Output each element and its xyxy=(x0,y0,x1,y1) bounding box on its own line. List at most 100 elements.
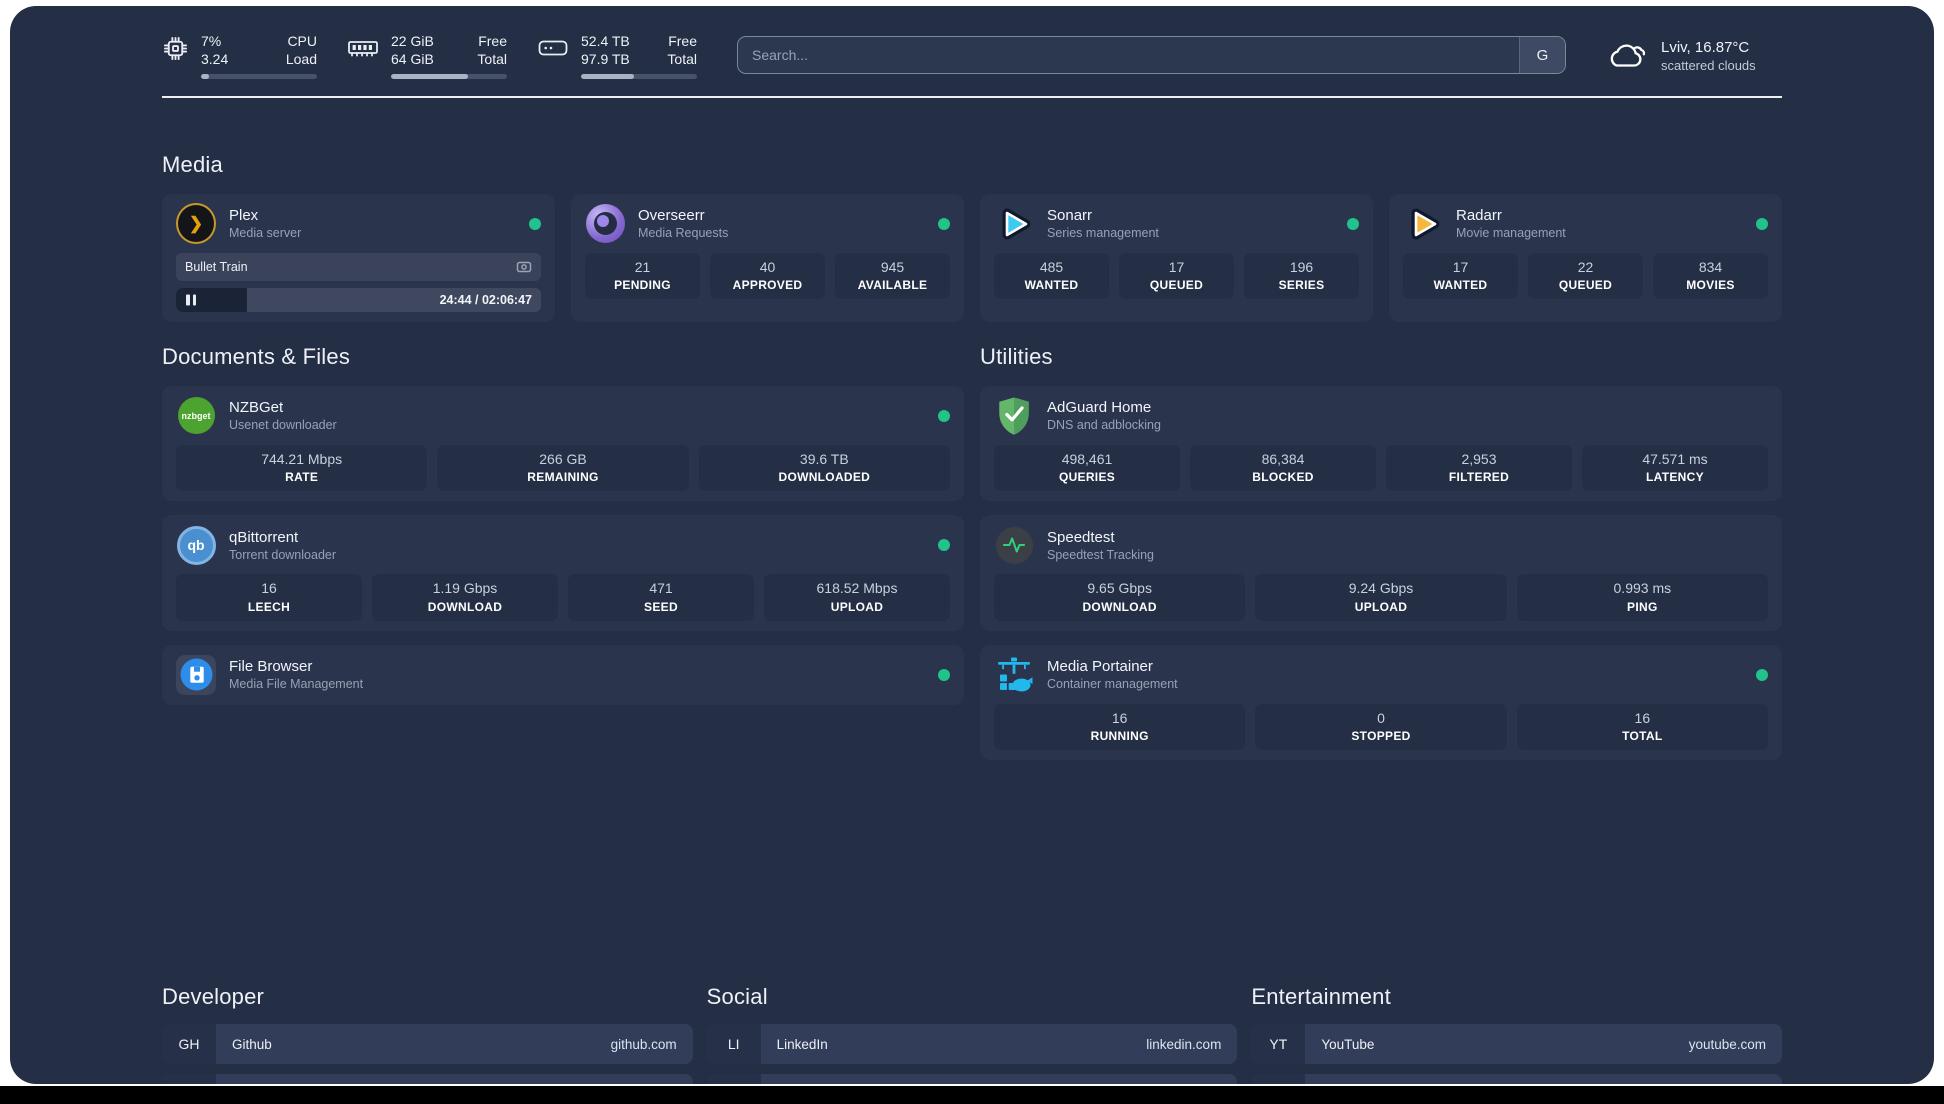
card-speedtest[interactable]: Speedtest Speedtest Tracking 9.65 Gbps D… xyxy=(980,515,1782,631)
bottom-band xyxy=(0,1086,1944,1104)
link-github[interactable]: GH Github github.com xyxy=(162,1024,693,1065)
filebrowser-icon xyxy=(176,654,216,695)
stat-label: QUERIES xyxy=(1058,470,1116,485)
app-name-nzbget: NZBGet xyxy=(229,399,284,417)
card-filebrowser[interactable]: File Browser Media File Management xyxy=(162,644,964,705)
stat-tile: 618.52 Mbps UPLOAD xyxy=(764,574,950,621)
card-overseerr[interactable]: Overseerr Media Requests 21 PENDING 40 A… xyxy=(571,193,964,322)
link-abbr: SO xyxy=(162,1074,216,1084)
system-stat-cpu: 7% 3.24 CPU Load xyxy=(162,32,317,79)
stat-tile: 1.19 Gbps DOWNLOAD xyxy=(372,574,558,621)
status-dot xyxy=(1347,217,1359,230)
stat-tile: 485 WANTED xyxy=(994,252,1109,300)
stat-label: SERIES xyxy=(1278,278,1325,293)
column-entertainment: Entertainment YT YouTube youtube.com NF … xyxy=(1251,984,1782,1084)
card-radarr[interactable]: Radarr Movie management 17 WANTED 22 QUE… xyxy=(1389,193,1782,322)
disk-progressbar xyxy=(581,73,697,79)
stat-value: 40 xyxy=(759,258,776,275)
stat-label: BLOCKED xyxy=(1252,470,1314,485)
stat-label: AVAILABLE xyxy=(857,278,928,293)
search-input[interactable] xyxy=(738,37,1519,74)
search-engine-button[interactable]: G xyxy=(1519,37,1565,74)
stat-label: RATE xyxy=(285,470,319,485)
stat-tile: 86,384 BLOCKED xyxy=(1190,444,1376,492)
overseerr-icon xyxy=(585,204,625,244)
header-divider xyxy=(162,95,1782,98)
link-netflix[interactable]: NF Netflix netflix.com xyxy=(1251,1074,1782,1084)
link-abbr: GH xyxy=(162,1024,216,1065)
stat-tile: 9.65 Gbps DOWNLOAD xyxy=(994,574,1246,621)
card-nzbget[interactable]: nzbget NZBGet Usenet downloader 744.21 M… xyxy=(162,385,964,502)
stat-label: LATENCY xyxy=(1646,470,1704,485)
app-desc-qbittorrent: Torrent downloader xyxy=(229,547,337,562)
ram-label-1: Free xyxy=(478,33,507,49)
stat-value: 16 xyxy=(1111,709,1128,726)
app-name-sonarr: Sonarr xyxy=(1047,207,1093,225)
stat-tile: 16 RUNNING xyxy=(994,703,1246,751)
pause-button[interactable] xyxy=(186,294,196,306)
stat-label: STOPPED xyxy=(1351,729,1411,744)
app-desc-filebrowser: Media File Management xyxy=(229,677,364,692)
stat-value: 744.21 Mbps xyxy=(261,450,343,467)
app-desc-sonarr: Series management xyxy=(1047,226,1159,241)
cpu-icon xyxy=(162,35,189,62)
stat-tile: 40 APPROVED xyxy=(710,252,825,300)
card-qbittorrent[interactable]: qb qBittorrent Torrent downloader 16 LEE… xyxy=(162,515,964,631)
stat-value: 9.65 Gbps xyxy=(1087,580,1152,597)
cpu-label-2: Load xyxy=(285,51,317,68)
card-portainer[interactable]: Media Portainer Container management 16 … xyxy=(980,644,1782,761)
cloud-icon xyxy=(1606,39,1648,71)
stat-value: 0.993 ms xyxy=(1613,580,1672,597)
link-linkedin[interactable]: LI LinkedIn linkedin.com xyxy=(706,1024,1238,1065)
status-dot xyxy=(529,217,541,230)
card-plex[interactable]: ❯ Plex Media server Bullet Train 24:44 /… xyxy=(162,193,555,322)
stat-tile: 196 SERIES xyxy=(1244,252,1359,300)
stat-value: 22 xyxy=(1577,258,1594,275)
nzbget-icon: nzbget xyxy=(176,396,216,436)
disk-label-1: Free xyxy=(668,33,697,49)
stat-value: 17 xyxy=(1452,258,1469,275)
card-adguard[interactable]: AdGuard Home DNS and adblocking 498,461 … xyxy=(980,385,1782,502)
app-desc-overseerr: Media Requests xyxy=(638,226,729,241)
link-stackoverflow[interactable]: SO StackOverflow stackoverflow.com xyxy=(162,1074,693,1084)
qbittorrent-icon: qb xyxy=(176,525,216,565)
stat-label: DOWNLOAD xyxy=(1082,599,1157,614)
app-name-plex: Plex xyxy=(229,207,259,225)
stat-value: 266 GB xyxy=(539,450,587,467)
app-desc-plex: Media server xyxy=(229,226,302,241)
section-title-documents: Documents & Files xyxy=(162,343,351,369)
stat-tile: 498,461 QUERIES xyxy=(994,444,1180,492)
stat-tile: 471 SEED xyxy=(568,574,754,621)
stat-label: UPLOAD xyxy=(1354,599,1408,614)
stat-label: RUNNING xyxy=(1090,729,1149,744)
app-desc-portainer: Container management xyxy=(1047,677,1178,692)
card-sonarr[interactable]: Sonarr Series management 485 WANTED 17 Q… xyxy=(980,193,1373,322)
stat-value: 485 xyxy=(1039,258,1064,275)
column-social: Social LI LinkedIn linkedin.com TW Twitt… xyxy=(706,984,1238,1084)
link-twitter[interactable]: TW Twitter twitter.com xyxy=(706,1074,1238,1084)
ram-label-2: Total xyxy=(477,51,507,68)
stat-value: 1.19 Gbps xyxy=(432,580,498,597)
link-youtube[interactable]: YT YouTube youtube.com xyxy=(1251,1024,1782,1065)
weather-condition: scattered clouds xyxy=(1661,58,1756,74)
status-dot xyxy=(938,668,950,681)
column-documents: Documents & Files nzbget NZBGet Usenet d… xyxy=(162,344,964,705)
stat-value: 9.24 Gbps xyxy=(1348,580,1414,597)
ram-progressbar xyxy=(391,73,507,79)
stat-tile: 39.6 TB DOWNLOADED xyxy=(698,444,950,492)
app-desc-radarr: Movie management xyxy=(1456,226,1566,241)
now-playing-row: Bullet Train xyxy=(176,252,541,281)
stat-value: 618.52 Mbps xyxy=(816,580,898,597)
now-playing-title: Bullet Train xyxy=(185,259,248,274)
stat-value: 2,953 xyxy=(1461,450,1497,467)
disk-total: 97.9 TB xyxy=(581,51,630,68)
app-desc-speedtest: Speedtest Tracking xyxy=(1047,547,1155,562)
stat-tile: 17 QUEUED xyxy=(1119,252,1234,300)
app-name-qbittorrent: qBittorrent xyxy=(229,528,299,546)
section-title-entertainment: Entertainment xyxy=(1251,984,1391,1010)
stat-value: 16 xyxy=(261,580,277,597)
stat-label: TOTAL xyxy=(1622,729,1663,744)
stat-tile: 0.993 ms PING xyxy=(1516,574,1768,621)
link-name: Github xyxy=(232,1036,272,1052)
portainer-icon xyxy=(994,655,1034,695)
